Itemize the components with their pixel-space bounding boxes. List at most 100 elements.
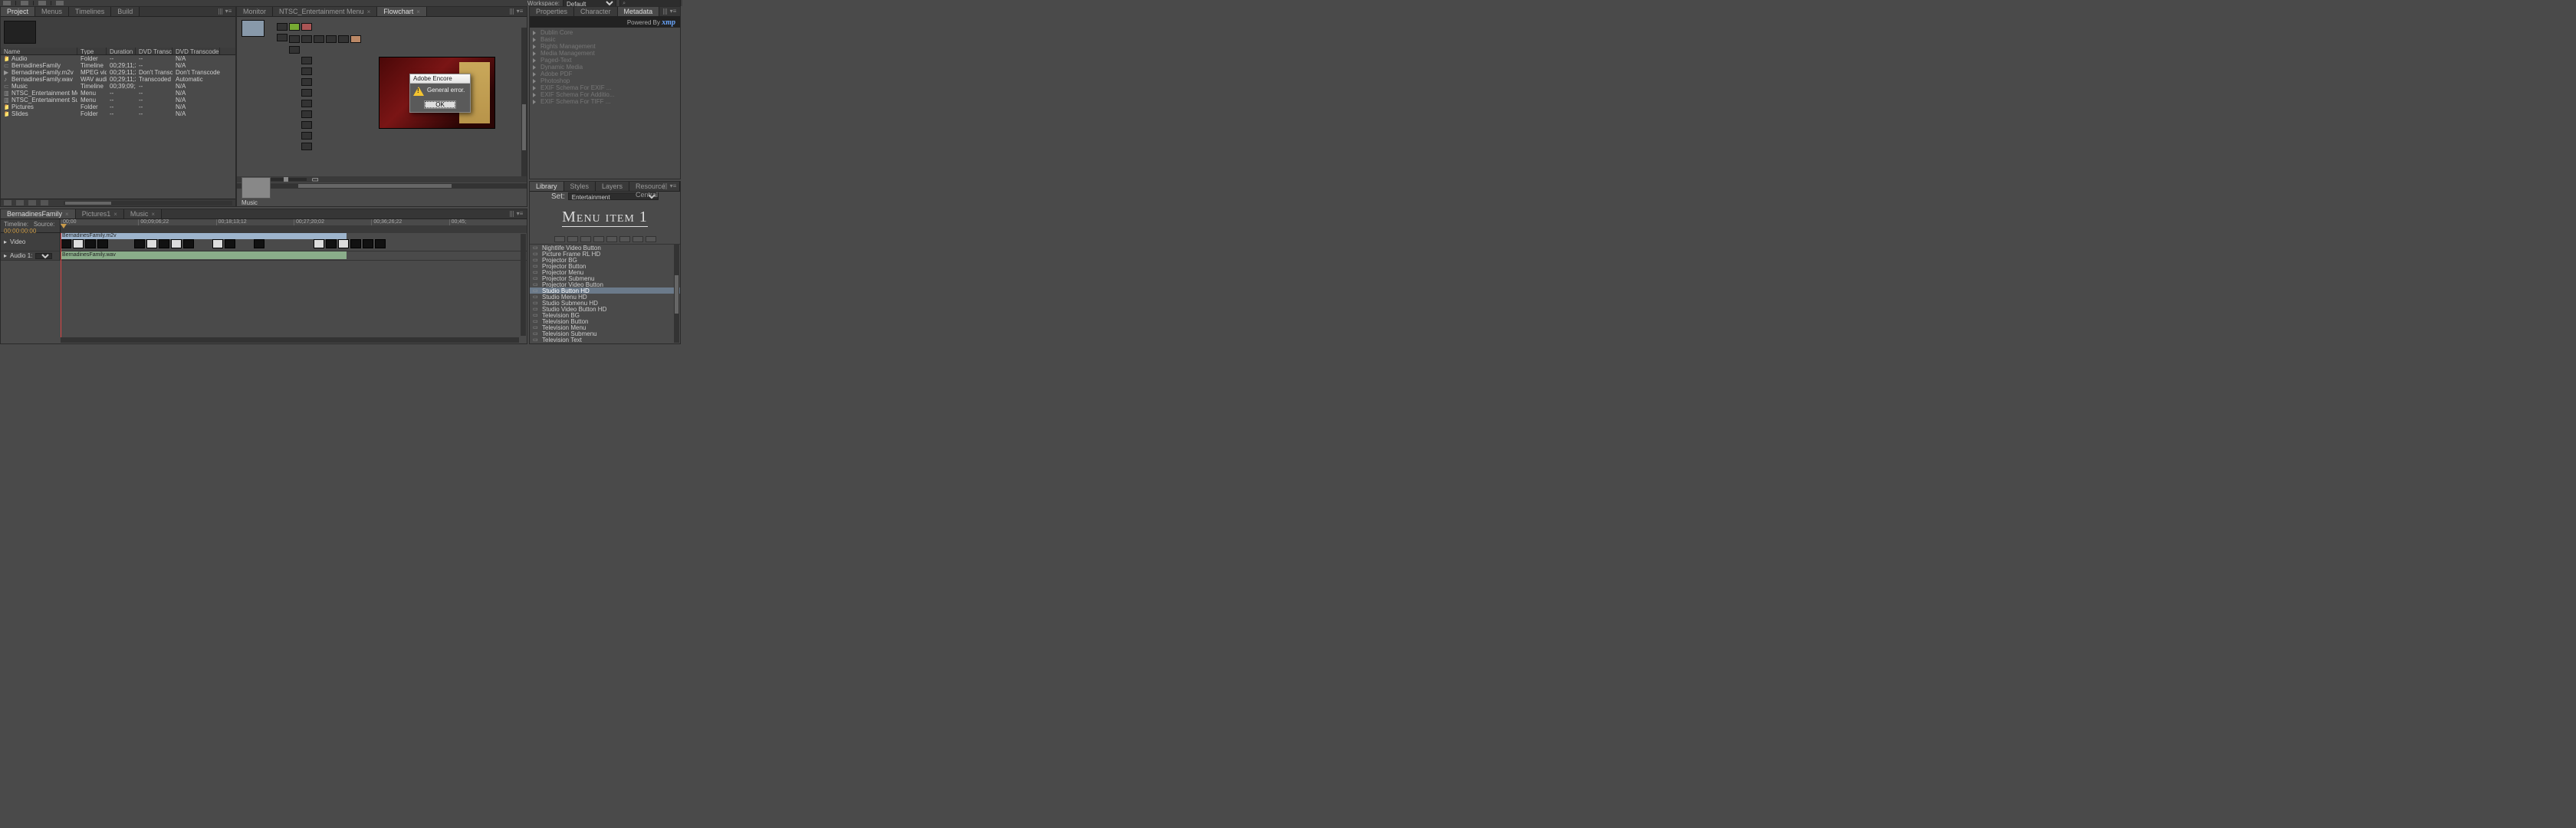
tab-build[interactable]: Build xyxy=(111,7,140,16)
flow-node[interactable] xyxy=(301,78,312,86)
video-track-header[interactable]: ▸Video xyxy=(1,233,61,251)
metadata-section[interactable]: Adobe PDF xyxy=(530,71,680,77)
flow-node[interactable] xyxy=(338,35,349,43)
flow-node[interactable] xyxy=(301,132,312,140)
new-item-button[interactable] xyxy=(28,200,36,205)
zoom-in-icon[interactable]: ▭ xyxy=(311,176,318,184)
project-hscroll[interactable] xyxy=(64,201,232,205)
tool-zoom[interactable] xyxy=(38,1,46,5)
filter-buttons-button[interactable] xyxy=(567,236,578,242)
flow-node[interactable] xyxy=(277,34,288,41)
current-time-indicator[interactable] xyxy=(61,224,67,228)
tab-metadata[interactable]: Metadata xyxy=(618,7,660,16)
audio-track-body[interactable]: BernadinesFamily.wav xyxy=(61,251,527,260)
tab-properties[interactable]: Properties xyxy=(530,7,574,16)
metadata-section[interactable]: Paged-Text xyxy=(530,57,680,64)
search-button[interactable] xyxy=(4,200,12,205)
close-icon[interactable]: × xyxy=(151,211,155,218)
disclosure-triangle-icon[interactable] xyxy=(533,31,539,35)
panel-menu-icon[interactable]: ▾≡ xyxy=(668,182,678,189)
tab-menus[interactable]: Menus xyxy=(35,7,69,16)
tab-timeline-bernadines[interactable]: BernadinesFamily× xyxy=(1,209,76,219)
tab-ntsc-menu[interactable]: NTSC_Entertainment Menu× xyxy=(273,7,377,16)
tab-timelines[interactable]: Timelines xyxy=(69,7,111,16)
metadata-section[interactable]: EXIF Schema For TIFF ... xyxy=(530,98,680,105)
tab-timeline-pictures[interactable]: Pictures1× xyxy=(76,209,124,219)
ok-button[interactable]: OK xyxy=(424,100,456,109)
audio-lang-select[interactable]: en xyxy=(35,253,52,259)
col-type[interactable]: Type xyxy=(77,48,107,54)
flowchart-canvas[interactable]: ▭ ▭ xyxy=(237,17,527,193)
disclosure-triangle-icon[interactable] xyxy=(533,100,539,104)
disclosure-triangle-icon[interactable] xyxy=(533,86,539,90)
project-row[interactable]: ▭BernadinesFamilyTimeline00;29;11;24--N/… xyxy=(1,62,235,69)
tab-timeline-music[interactable]: Music× xyxy=(124,209,162,219)
tab-layers[interactable]: Layers xyxy=(596,182,629,191)
tool-selection[interactable] xyxy=(3,1,11,5)
close-icon[interactable]: × xyxy=(113,211,117,218)
library-item[interactable]: ▭Television Text xyxy=(530,337,680,343)
library-vscroll[interactable] xyxy=(674,245,679,343)
metadata-section[interactable]: Dynamic Media xyxy=(530,64,680,71)
close-icon[interactable]: × xyxy=(65,211,69,218)
flow-node[interactable] xyxy=(301,100,312,107)
metadata-section[interactable]: Basic xyxy=(530,36,680,43)
project-row[interactable]: 📁SlidesFolder----N/A xyxy=(1,110,235,117)
flow-node[interactable] xyxy=(301,121,312,129)
tab-monitor[interactable]: Monitor xyxy=(237,7,273,16)
project-row[interactable]: ▥NTSC_Entertainment MenuMenu----N/A xyxy=(1,90,235,97)
tab-flowchart[interactable]: Flowchart× xyxy=(377,7,427,16)
close-icon[interactable]: × xyxy=(367,8,371,15)
project-row[interactable]: ▭MusicTimeline00;39;09;22--N/A xyxy=(1,83,235,90)
close-icon[interactable]: × xyxy=(416,8,420,15)
flow-node[interactable] xyxy=(301,67,312,75)
disclosure-triangle-icon[interactable] xyxy=(533,58,539,63)
project-row[interactable]: ▥NTSC_Entertainment SubmenuMenu----N/A xyxy=(1,97,235,104)
flow-node[interactable] xyxy=(314,35,324,43)
tool-hand[interactable] xyxy=(56,1,64,5)
panel-menu-icon[interactable]: ▾≡ xyxy=(514,8,525,15)
flowchart-vscroll[interactable] xyxy=(521,28,527,176)
track-toggle-icon[interactable]: ▸ xyxy=(4,238,7,245)
disclosure-triangle-icon[interactable] xyxy=(533,93,539,97)
tab-library[interactable]: Library xyxy=(530,182,564,191)
flow-node[interactable] xyxy=(301,143,312,150)
flow-node[interactable] xyxy=(289,23,300,31)
project-row[interactable]: 📁AudioFolder----N/A xyxy=(1,55,235,62)
flow-node[interactable] xyxy=(289,46,300,54)
filter-images-button[interactable] xyxy=(580,236,591,242)
col-dvd-transcode-settings[interactable]: DVD Transcode Settings xyxy=(172,48,220,54)
track-toggle-icon[interactable]: ▸ xyxy=(4,252,7,259)
panel-menu-icon[interactable]: ▾≡ xyxy=(514,210,525,217)
tab-project[interactable]: Project xyxy=(1,7,35,16)
metadata-section[interactable]: EXIF Schema For EXIF ... xyxy=(530,84,680,91)
filter-menus-button[interactable] xyxy=(554,236,565,242)
filter-layersets-button[interactable] xyxy=(606,236,617,242)
flow-node[interactable] xyxy=(289,35,300,43)
filter-backgrounds-button[interactable] xyxy=(593,236,604,242)
disclosure-triangle-icon[interactable] xyxy=(533,65,539,70)
timeline-ruler[interactable]: 00;0000;09;06;2200;18;13;1200;27;20;0200… xyxy=(61,219,527,232)
col-dvd-transcode-status[interactable]: DVD Transcode St xyxy=(136,48,172,54)
filter-text-button[interactable] xyxy=(619,236,630,242)
metadata-section[interactable]: Dublin Core xyxy=(530,29,680,36)
tab-styles[interactable]: Styles xyxy=(564,182,596,191)
flow-node[interactable] xyxy=(301,110,312,118)
filter-replacement-button[interactable] xyxy=(646,236,656,242)
flow-node-disc[interactable] xyxy=(242,20,264,37)
disclosure-triangle-icon[interactable] xyxy=(533,51,539,56)
filter-shapes-button[interactable] xyxy=(632,236,643,242)
delete-button[interactable] xyxy=(41,200,48,205)
disclosure-triangle-icon[interactable] xyxy=(533,38,539,42)
disclosure-triangle-icon[interactable] xyxy=(533,44,539,49)
disclosure-triangle-icon[interactable] xyxy=(533,79,539,84)
flow-node[interactable] xyxy=(301,23,312,31)
video-track-body[interactable]: BernadinesFamily.m2v xyxy=(61,233,527,251)
flow-node[interactable] xyxy=(326,35,337,43)
col-duration[interactable]: Duration xyxy=(107,48,136,54)
metadata-section[interactable]: Photoshop xyxy=(530,77,680,84)
project-row[interactable]: 📁PicturesFolder----N/A xyxy=(1,104,235,110)
metadata-section[interactable]: Rights Management xyxy=(530,43,680,50)
flow-node[interactable] xyxy=(350,35,361,43)
new-bin-button[interactable] xyxy=(16,200,24,205)
